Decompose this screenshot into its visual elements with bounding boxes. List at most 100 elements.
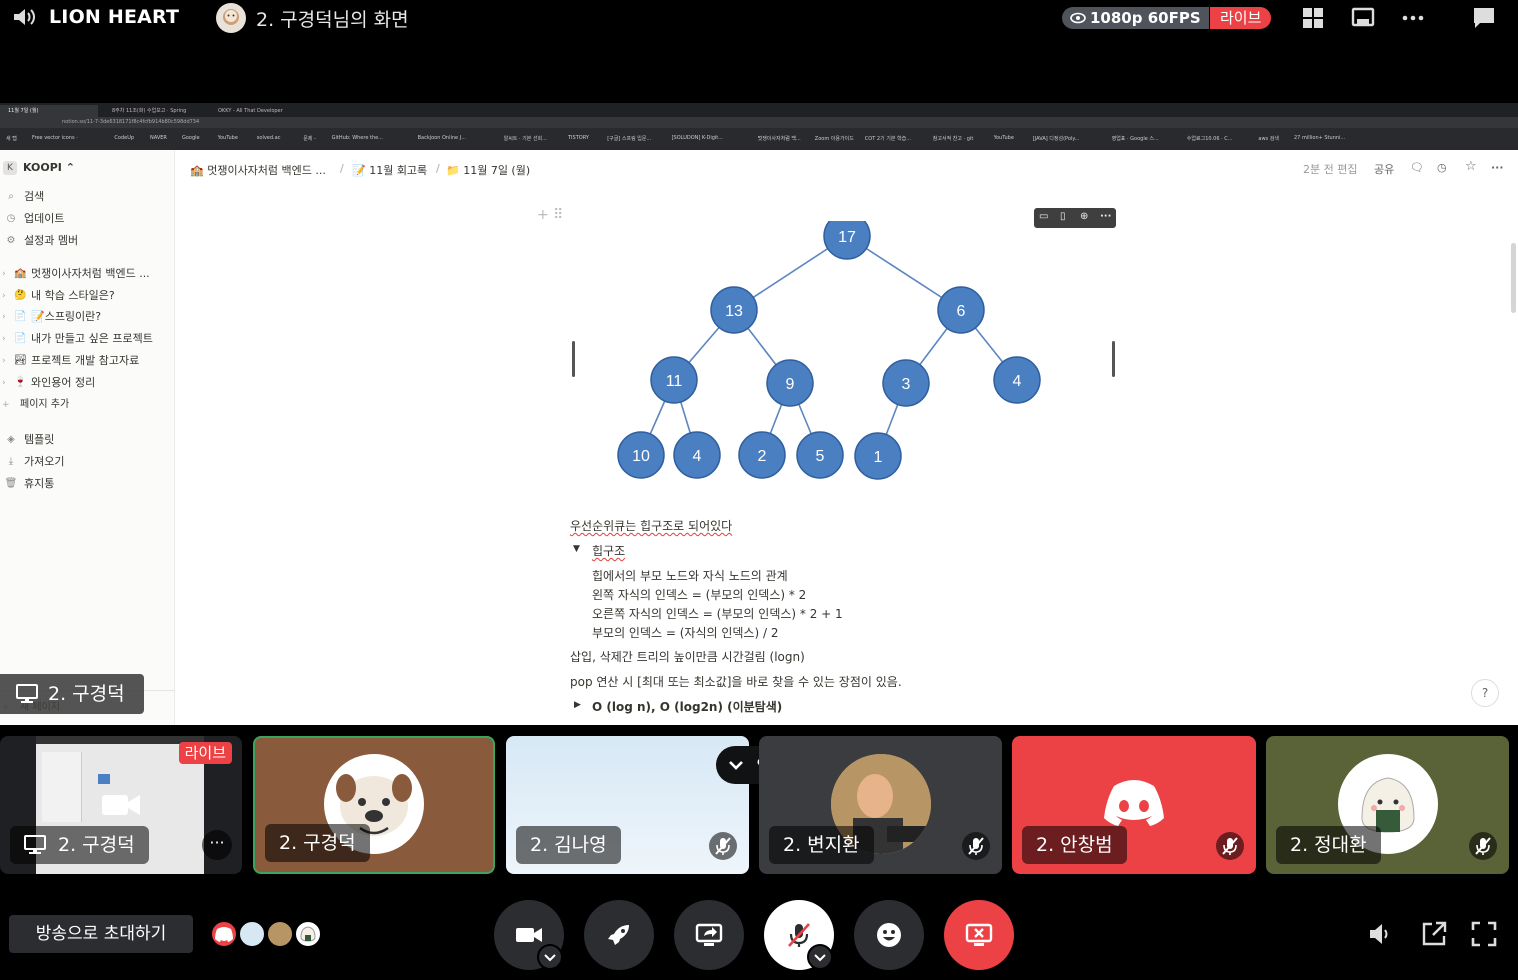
viewer-avatar[interactable]: [238, 920, 266, 948]
sidebar-item-updates[interactable]: ◷ 업데이트: [0, 209, 175, 229]
breadcrumb-item[interactable]: 🏫 멋쟁이사자처럼 백엔드 ...: [190, 162, 326, 178]
chevron-right-icon[interactable]: ›: [2, 307, 6, 327]
chat-icon[interactable]: [1472, 6, 1496, 30]
browser-tab[interactable]: 8주차 11조(화) 수업보고 · Spring: [104, 105, 200, 117]
viewer-avatar[interactable]: [266, 920, 294, 948]
screen-share-button[interactable]: [674, 900, 744, 970]
bookmark-item[interactable]: solved.ac: [257, 135, 281, 141]
text-block[interactable]: 왼쪽 자식의 인덱스 = (부모의 인덱스) * 2: [592, 586, 806, 603]
text-block[interactable]: 삽입, 삭제간 트리의 높이만큼 시간걸림 (logn): [570, 648, 805, 665]
text-block[interactable]: 오른쪽 자식의 인덱스 = (부모의 인덱스) * 2 + 1: [592, 605, 843, 622]
sidebar-add-page[interactable]: + 페이지 추가: [0, 395, 175, 415]
bookmark-item[interactable]: YouTube: [218, 135, 238, 141]
participant-tile[interactable]: 2. 변지환: [759, 736, 1002, 874]
sidebar-item-search[interactable]: ⌕ 검색: [0, 187, 175, 207]
bookmark-item[interactable]: 멋쟁이사자처럼 백...: [758, 135, 801, 142]
more-options-icon[interactable]: ···: [1491, 161, 1504, 174]
stop-stream-button[interactable]: [944, 900, 1014, 970]
viewer-avatar[interactable]: [210, 920, 238, 948]
chevron-right-icon[interactable]: ›: [2, 329, 6, 349]
help-button[interactable]: ?: [1471, 679, 1499, 707]
bookmark-item[interactable]: CodeUp: [114, 135, 134, 141]
scrollbar[interactable]: [1511, 243, 1516, 313]
fullscreen-icon[interactable]: [1470, 920, 1498, 948]
bookmark-item[interactable]: Zoom 이용가이드: [815, 135, 854, 142]
image-resize-handle[interactable]: [1112, 341, 1115, 377]
chevron-right-icon[interactable]: ›: [2, 264, 6, 284]
sidebar-item-templates[interactable]: ◈ 템플릿: [0, 430, 175, 450]
drag-handle-icon[interactable]: + ⠿: [537, 207, 563, 223]
sidebar-page[interactable]: › 🤔 내 학습 스타일은?: [0, 286, 175, 306]
star-icon[interactable]: ☆: [1465, 159, 1477, 174]
mic-options-button[interactable]: [807, 944, 833, 970]
sidebar-item-import[interactable]: ⤓ 가져오기: [0, 452, 175, 472]
bookmark-item[interactable]: Google: [182, 135, 200, 141]
text-block[interactable]: pop 연산 시 [최대 또는 최소값]을 바로 찾을 수 있는 장점이 있음.: [570, 673, 902, 690]
bookmark-item[interactable]: [구글] 스프링 입문...: [607, 135, 651, 142]
toggle-block[interactable]: 힙구조: [592, 542, 625, 559]
bookmark-item[interactable]: 문제 -: [303, 135, 316, 142]
bookmark-item[interactable]: Free vector icons ·: [32, 135, 78, 141]
text-block[interactable]: 부모의 인덱스 = (자식의 인덱스) / 2: [592, 624, 778, 641]
toggle-block[interactable]: O (log n), O (log2n) (이분탐색): [592, 698, 782, 715]
comment-icon[interactable]: 🗨: [1410, 161, 1424, 174]
browser-tab[interactable]: OKKY - All That Developer: [210, 105, 310, 117]
sidebar-page[interactable]: › 🏞 프로젝트 개발 참고자료: [0, 351, 175, 371]
camera-options-button[interactable]: [537, 944, 563, 970]
soundboard-button[interactable]: [854, 900, 924, 970]
bookmark-item[interactable]: 27 million+ Stunni...: [1294, 135, 1345, 141]
viewer-avatar[interactable]: [294, 920, 322, 948]
bookmark-item[interactable]: 알씨트 · 기본 선희...: [504, 135, 547, 142]
chevron-right-icon[interactable]: ›: [2, 286, 6, 306]
bookmark-item[interactable]: Backjoon Online J...: [418, 135, 466, 141]
bookmark-item[interactable]: [JAVA] 디정성(Poly...: [1033, 135, 1080, 142]
image-resize-handle[interactable]: [572, 341, 575, 377]
activities-button[interactable]: [584, 900, 654, 970]
bookmark-item[interactable]: 수업료그10.06 · C...: [1187, 135, 1233, 142]
participant-tile[interactable]: 2. 안창범: [1012, 736, 1256, 874]
sidebar-item-trash[interactable]: 🗑 휴지통: [0, 474, 175, 494]
more-options-icon[interactable]: ···: [202, 830, 232, 860]
toggle-closed-icon[interactable]: ▶: [574, 700, 581, 710]
sidebar-page[interactable]: › 🏫 멋쟁이사자처럼 백엔드 ...: [0, 264, 175, 284]
bookmark-item[interactable]: COT 2기 기본 학습...: [865, 135, 911, 142]
history-icon[interactable]: ◷: [1437, 161, 1447, 174]
shared-screen[interactable]: 11월 7일 (월) 8주차 11조(화) 수업보고 · Spring OKKY…: [0, 103, 1518, 725]
more-options-icon[interactable]: ···: [1100, 211, 1111, 222]
sidebar-item-settings[interactable]: ⚙ 설정과 멤버: [0, 231, 175, 251]
grid-layout-icon[interactable]: [1301, 6, 1325, 30]
participant-tile[interactable]: 라이브 2. 구경덕 ···: [0, 736, 242, 874]
share-button[interactable]: 공유: [1374, 161, 1394, 177]
popout-icon[interactable]: [1351, 6, 1375, 30]
bookmark-item[interactable]: 영업표 · Google 스...: [1112, 135, 1159, 142]
sidebar-page[interactable]: › 🍷 와인용어 정리: [0, 373, 175, 393]
participant-tile[interactable]: 2. 정대환: [1266, 736, 1509, 874]
bookmark-item[interactable]: aws 검색: [1258, 135, 1279, 142]
breadcrumb-item[interactable]: 📁 11월 7일 (월): [446, 162, 530, 178]
chevron-right-icon[interactable]: ›: [2, 351, 6, 371]
chevron-right-icon[interactable]: ›: [2, 373, 6, 393]
popout-icon[interactable]: [1420, 920, 1448, 948]
browser-tab[interactable]: 11월 7일 (월): [0, 105, 98, 117]
text-block[interactable]: 힙에서의 부모 노드와 자식 노드의 관계: [592, 567, 788, 584]
bookmark-item[interactable]: 참고서적 찬고 · git: [933, 135, 973, 142]
bookmark-item[interactable]: NAVER: [150, 135, 167, 141]
browser-address-bar[interactable]: notion.so/11-7-3de6318171f8c4fcfb914b80c…: [0, 117, 1518, 128]
breadcrumb-item[interactable]: 📝 11월 회고록: [352, 162, 427, 178]
link-icon[interactable]: ⊕: [1080, 211, 1088, 222]
bookmark-item[interactable]: GitHub: Where the...: [332, 135, 383, 141]
sidebar-page[interactable]: › 📄 내가 만들고 싶은 프로젝트: [0, 329, 175, 349]
participant-tile[interactable]: 2. 김나영: [506, 736, 749, 874]
bookmark-item[interactable]: TISTORY: [568, 135, 589, 141]
toggle-open-icon[interactable]: ▼: [573, 544, 580, 554]
bookmark-item[interactable]: YouTube: [994, 135, 1014, 141]
workspace-name[interactable]: KOOPI ⌃: [23, 161, 75, 174]
text-block[interactable]: 우선순위큐는 힙구조로 되어있다: [570, 517, 732, 534]
volume-icon[interactable]: [1366, 920, 1394, 948]
participant-tile-speaking[interactable]: 2. 구경덕: [253, 736, 495, 874]
invite-to-stream-button[interactable]: 방송으로 초대하기: [9, 915, 193, 953]
sidebar-page[interactable]: › 📄 📝스프링이란?: [0, 307, 175, 327]
bookmark-item[interactable]: [SOLUDON] K-Digit...: [672, 135, 723, 141]
bookmark-item[interactable]: 새 탭: [6, 135, 17, 142]
more-options-icon[interactable]: [1401, 6, 1425, 30]
